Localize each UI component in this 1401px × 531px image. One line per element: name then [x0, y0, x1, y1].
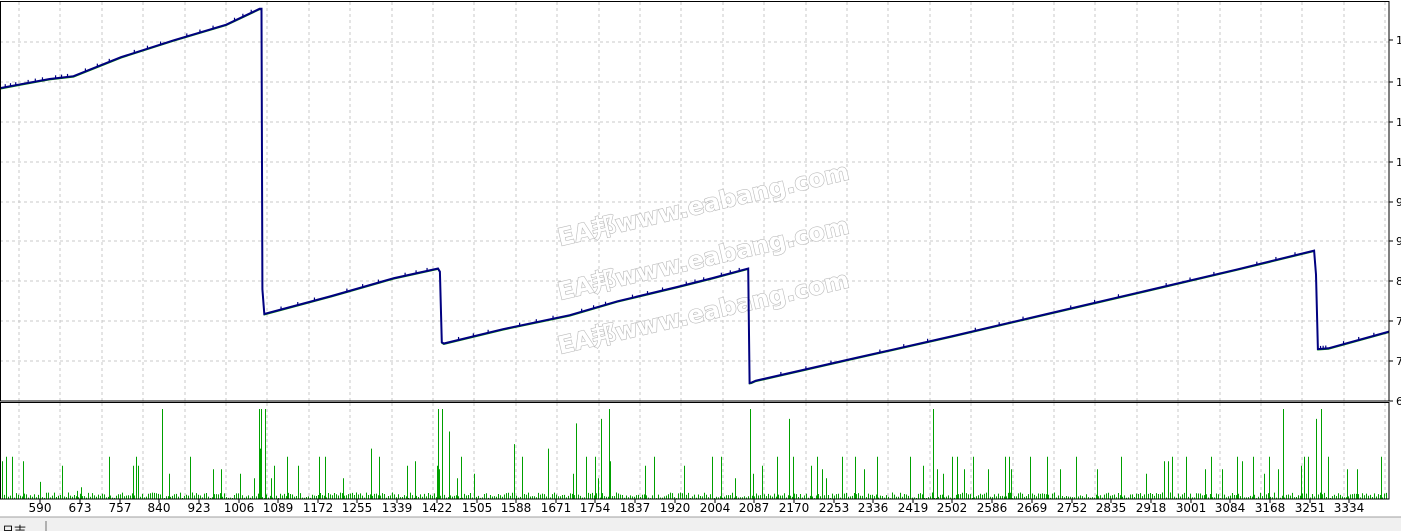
y-tick-label: 1 [1396, 156, 1401, 169]
x-tick-label: 2669 [1017, 501, 1048, 515]
x-tick-label: 1172 [303, 501, 334, 515]
tab-journal[interactable]: 日志 [2, 524, 26, 531]
x-tick-label: 2918 [1136, 501, 1167, 515]
x-tick-label: 1837 [620, 501, 651, 515]
y-tick-label: 7 [1396, 355, 1401, 368]
x-tick-label: 923 [188, 501, 211, 515]
x-tick-label: 1671 [541, 501, 572, 515]
x-tick-label: 2502 [937, 501, 968, 515]
y-tick-label: 1 [1396, 116, 1401, 129]
bottom-tab-strip: 日志 [0, 516, 1401, 531]
x-tick-label: 2253 [819, 501, 850, 515]
x-tick-label: 1006 [224, 501, 255, 515]
x-tick-label: 1339 [382, 501, 413, 515]
x-tick-label: 3084 [1215, 501, 1246, 515]
x-tick-label: 2336 [858, 501, 889, 515]
x-tick-label: 1754 [580, 501, 611, 515]
x-tick-label: 2087 [739, 501, 770, 515]
x-tick-label: 1588 [501, 501, 532, 515]
x-tick-label: 590 [29, 501, 52, 515]
x-tick-label: 2835 [1096, 501, 1127, 515]
tab-strip-background [0, 517, 1401, 531]
y-tick-label: 9 [1396, 235, 1401, 248]
x-tick-label: 3334 [1334, 501, 1365, 515]
x-tick-label: 1920 [660, 501, 691, 515]
x-tick-label: 1505 [462, 501, 493, 515]
y-tick-label: 9 [1396, 196, 1401, 209]
x-tick-label: 2752 [1057, 501, 1088, 515]
x-tick-label: 1422 [422, 501, 453, 515]
y-tick-label: 8 [1396, 275, 1401, 288]
x-tick-label: 2004 [700, 501, 731, 515]
x-tick-label: 1089 [263, 501, 294, 515]
x-tick-label: 840 [148, 501, 171, 515]
x-tick-label: 2170 [779, 501, 810, 515]
tester-report-chart: EA邦www.eabang.comEA邦www.eabang.comEA邦www… [0, 0, 1401, 531]
y-tick-label: 7 [1396, 315, 1401, 328]
y-tick-label: 1 [1396, 76, 1401, 89]
x-tick-label: 1255 [342, 501, 373, 515]
x-tick-label: 3168 [1255, 501, 1286, 515]
x-tick-label: 673 [69, 501, 92, 515]
x-tick-label: 2586 [977, 501, 1008, 515]
x-tick-label: 3001 [1176, 501, 1207, 515]
x-tick-label: 3251 [1295, 501, 1326, 515]
x-tick-label: 757 [109, 501, 132, 515]
y-tick-label: 1 [1396, 34, 1401, 47]
x-tick-label: 2419 [898, 501, 929, 515]
y-tick-label: 6 [1396, 395, 1401, 408]
